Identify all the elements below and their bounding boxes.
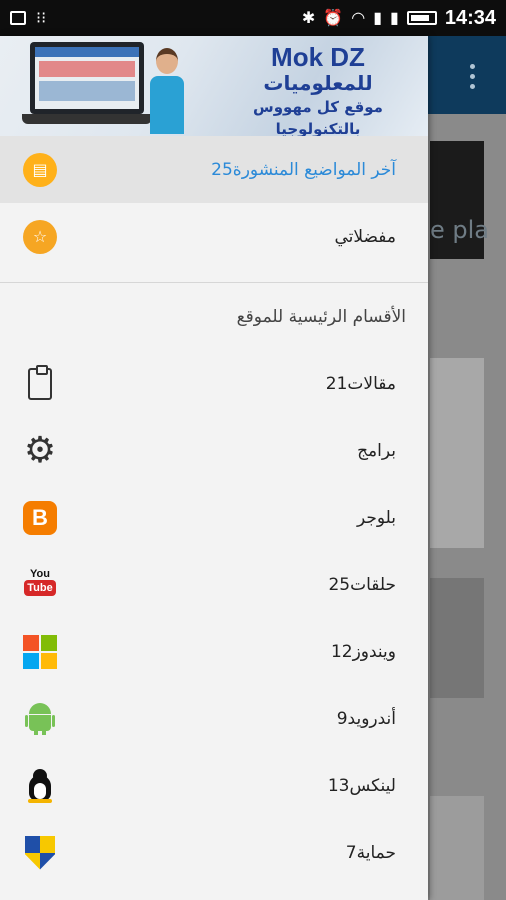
drawer-header: Mok DZ للمعلوميات موقع كل مهووس بالتكنول… xyxy=(0,36,428,136)
drawer-item-security[interactable]: حماية7 xyxy=(0,819,428,886)
drawer-item-latest-posts[interactable]: ▤ آخر المواضيع المنشورة25 xyxy=(0,136,428,203)
background-card xyxy=(430,578,484,698)
signal-icon-2: ▮ xyxy=(390,10,399,27)
bluetooth-icon: ✱ xyxy=(301,10,316,27)
background-card xyxy=(430,796,484,900)
drawer-item-count: 25 xyxy=(328,574,351,595)
youtube-icon: You Tube xyxy=(24,568,56,602)
dialog-notification-icon: ⁝⁝ xyxy=(36,10,47,27)
drawer-item-count: 13 xyxy=(327,775,350,796)
drawer-item-label: مفضلاتي xyxy=(334,226,397,247)
linux-icon xyxy=(26,768,54,803)
drawer-item-windows[interactable]: ويندوز12 xyxy=(0,618,428,685)
person-illustration-icon xyxy=(150,48,186,136)
section-title: الأقسام الرئيسية للموقع xyxy=(236,306,406,327)
drawer-item-articles[interactable]: مقالات21 xyxy=(0,350,428,417)
drawer-item-label: حلقات25 xyxy=(328,574,396,595)
drawer-item-label: ويندوز12 xyxy=(330,641,396,662)
drawer-item-favorites[interactable]: ☆ مفضلاتي xyxy=(0,203,428,270)
status-time: 14:34 xyxy=(444,6,496,29)
drawer-item-label: أندرويد9 xyxy=(336,708,396,729)
drawer-item-count: 21 xyxy=(325,373,348,394)
gear-icon: ⚙ xyxy=(23,429,57,471)
drawer-item-label: آخر المواضيع المنشورة25 xyxy=(211,159,396,180)
drawer-item-label: حماية7 xyxy=(345,842,396,863)
signal-icon: ▮ xyxy=(373,10,383,27)
feed-icon: ▤ xyxy=(23,152,57,187)
background-card xyxy=(430,358,484,548)
brand-tagline: موقع كل مهووس بالتكنولوجيا xyxy=(253,98,383,136)
wifi-icon: ◠ xyxy=(351,10,366,27)
navigation-drawer: Mok DZ للمعلوميات موقع كل مهووس بالتكنول… xyxy=(0,36,428,900)
drawer-item-label: لينكس13 xyxy=(327,775,396,796)
alarm-icon: ⏰ xyxy=(323,10,344,27)
battery-icon xyxy=(406,11,437,25)
drawer-item-linux[interactable]: لينكس13 xyxy=(0,752,428,819)
drawer-item-label: بلوجر xyxy=(356,507,396,528)
star-icon: ☆ xyxy=(23,219,57,254)
background-toolbar xyxy=(428,36,506,114)
drawer-item-blogger[interactable]: B بلوجر xyxy=(0,484,428,551)
brand-subtitle: للمعلوميات xyxy=(263,71,373,95)
drawer-item-programs[interactable]: ⚙ برامج xyxy=(0,417,428,484)
drawer-item-count: 25 xyxy=(211,159,233,180)
blogger-icon: B xyxy=(23,500,57,535)
drawer-item-episodes[interactable]: You Tube حلقات25 xyxy=(0,551,428,618)
drawer-item-count: 12 xyxy=(330,641,353,662)
android-icon xyxy=(25,702,55,735)
drawer-item-count: 9 xyxy=(336,708,348,729)
windows-icon xyxy=(23,634,57,669)
laptop-illustration-icon xyxy=(22,42,152,126)
image-notification-icon xyxy=(10,11,26,25)
brand-title: Mok DZ xyxy=(271,42,365,72)
drawer-item-label: مقالات21 xyxy=(325,373,396,394)
status-bar: ⁝⁝ ✱ ⏰ ◠ ▮ ▮ 14:34 xyxy=(0,0,506,36)
shield-icon xyxy=(25,835,55,870)
background-card-text: e pla xyxy=(430,216,490,244)
drawer-item-label: برامج xyxy=(357,440,396,461)
clipboard-icon xyxy=(28,364,52,400)
drawer-item-android[interactable]: أندرويد9 xyxy=(0,685,428,752)
brand-logo: Mok DZ للمعلوميات موقع كل مهووس بالتكنول… xyxy=(218,44,418,136)
drawer-item-count: 7 xyxy=(345,842,357,863)
overflow-menu-icon[interactable] xyxy=(470,64,476,92)
